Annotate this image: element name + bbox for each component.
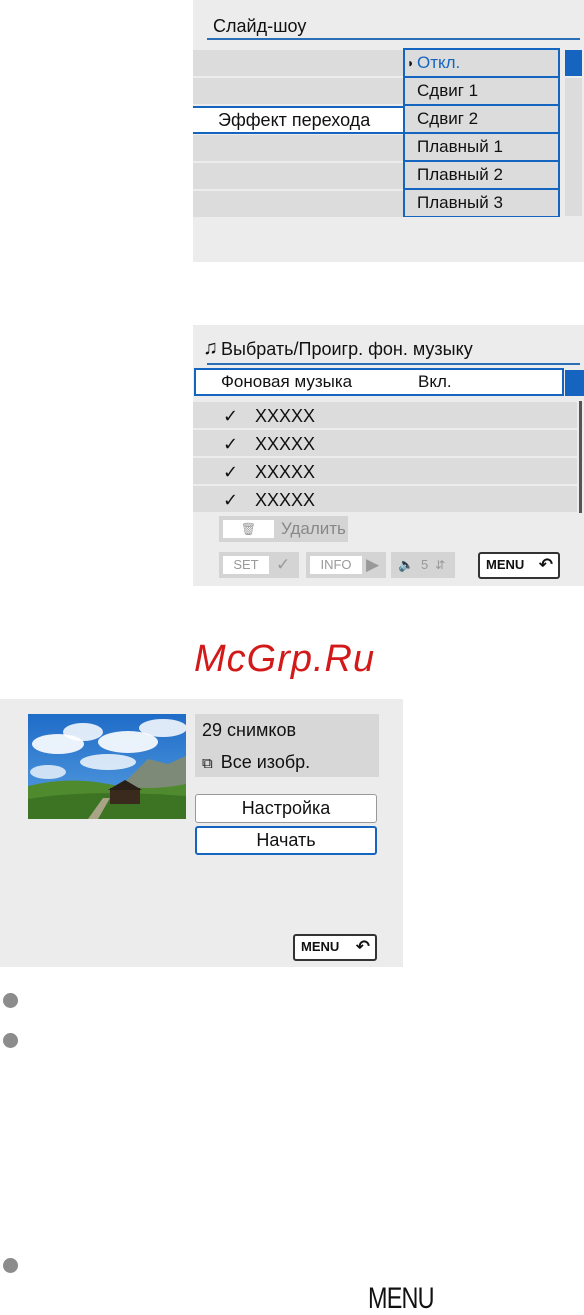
- option-fade-3[interactable]: Плавный 3: [405, 190, 558, 216]
- preview-thumbnail: [28, 714, 186, 819]
- settings-row[interactable]: [193, 135, 405, 161]
- option-label: Откл.: [417, 53, 461, 72]
- delete-label: Удалить: [281, 519, 346, 538]
- slideshow-info-box: 29 снимков ⧉ Все изобр.: [195, 714, 379, 777]
- volume-guide[interactable]: 🔈 5 ⇵: [391, 552, 455, 578]
- option-label: Сдвиг 1: [417, 81, 479, 100]
- background-music-value: Вкл.: [418, 372, 452, 391]
- track-name: XXXXX: [255, 462, 316, 482]
- option-label: Плавный 2: [417, 165, 503, 184]
- title-divider: [207, 38, 580, 40]
- slideshow-screen: Слайд-шоу Эффект перехода ◗ Откл. Сдвиг …: [193, 0, 584, 262]
- start-button[interactable]: Начать: [195, 826, 377, 855]
- menu-back-button[interactable]: MENU ↶: [293, 934, 377, 961]
- image-stack-icon: ⧉: [202, 755, 213, 772]
- music-note-icon: ♫: [203, 337, 218, 359]
- transition-effect-label: Эффект перехода: [218, 110, 371, 130]
- track-row[interactable]: ✓ XXXXX: [193, 402, 577, 428]
- selection-indicator: [565, 370, 584, 396]
- option-fade-1[interactable]: Плавный 1: [405, 134, 558, 160]
- watermark: McGrp.Ru: [194, 638, 376, 680]
- info-play-guide[interactable]: INFO ▶: [306, 552, 386, 578]
- checkmark-icon: ✓: [223, 434, 239, 454]
- trash-icon: 🗑: [223, 520, 274, 538]
- bullet-point: [3, 993, 18, 1008]
- bullet-point: [3, 1033, 18, 1048]
- option-fade-2[interactable]: Плавный 2: [405, 162, 558, 188]
- set-key: SET: [223, 556, 269, 574]
- track-name: XXXXX: [255, 406, 316, 426]
- bullet-point: [3, 1258, 18, 1273]
- background-music-label: Фоновая музыка: [221, 372, 353, 391]
- track-row[interactable]: ✓ XXXXX: [193, 430, 577, 456]
- current-marker-icon: ◗: [407, 56, 415, 70]
- transition-effect-dropdown: ◗ Откл. Сдвиг 1 Сдвиг 2 Плавный 1 Плавны…: [403, 48, 560, 217]
- menu-back-button[interactable]: MENU ↶: [478, 552, 560, 579]
- play-icon: ▶: [366, 555, 380, 574]
- option-slide-1[interactable]: Сдвиг 1: [405, 78, 558, 104]
- track-name: XXXXX: [255, 434, 316, 454]
- option-label: Плавный 3: [417, 193, 503, 212]
- menu-button-text: MENU: [368, 1282, 435, 1315]
- image-count: 29 снимков: [202, 720, 297, 740]
- transition-effect-row[interactable]: Эффект перехода: [193, 106, 407, 134]
- scrollbar-track[interactable]: [565, 78, 582, 216]
- screen-title: Выбрать/Проигр. фон. музыку: [221, 339, 473, 359]
- track-list-scrollbar[interactable]: [579, 401, 582, 513]
- image-filter: ⧉ Все изобр.: [202, 750, 310, 776]
- option-slide-2[interactable]: Сдвиг 2: [405, 106, 558, 132]
- track-row[interactable]: ✓ XXXXX: [193, 486, 577, 512]
- settings-row[interactable]: [193, 78, 405, 104]
- option-label: Плавный 1: [417, 137, 503, 156]
- back-icon: ↶: [538, 555, 553, 574]
- track-row[interactable]: ✓ XXXXX: [193, 458, 577, 484]
- set-check-guide[interactable]: SET ✓: [219, 552, 299, 578]
- menu-key: MENU: [486, 557, 525, 572]
- title-divider: [207, 363, 580, 365]
- checkmark-icon: ✓: [276, 555, 291, 574]
- option-off[interactable]: ◗ Откл.: [405, 50, 558, 76]
- filter-label: Все изобр.: [220, 752, 311, 772]
- info-key: INFO: [310, 556, 362, 574]
- setup-button[interactable]: Настройка: [195, 794, 377, 823]
- option-label: Сдвиг 2: [417, 109, 479, 128]
- volume-value: 5: [421, 557, 429, 572]
- slideshow-start-screen: 29 снимков ⧉ Все изобр. Настройка Начать …: [0, 699, 403, 967]
- background-music-row[interactable]: Фоновая музыка Вкл.: [194, 368, 564, 396]
- checkmark-icon: ✓: [223, 462, 239, 482]
- up-down-icon: ⇵: [435, 558, 446, 572]
- track-name: XXXXX: [255, 490, 316, 510]
- screen-title: Слайд-шоу: [213, 16, 307, 36]
- scrollbar-thumb[interactable]: [565, 50, 582, 76]
- speaker-icon: 🔈: [398, 557, 415, 572]
- settings-row[interactable]: [193, 191, 405, 217]
- checkmark-icon: ✓: [223, 490, 239, 510]
- checkmark-icon: ✓: [223, 406, 239, 426]
- back-icon: ↶: [355, 937, 370, 956]
- settings-row[interactable]: [193, 50, 405, 76]
- delete-button[interactable]: 🗑 Удалить: [219, 516, 348, 542]
- settings-row[interactable]: [193, 163, 405, 189]
- background-music-screen: ♫ Выбрать/Проигр. фон. музыку Фоновая му…: [193, 325, 584, 586]
- menu-key: MENU: [301, 939, 340, 954]
